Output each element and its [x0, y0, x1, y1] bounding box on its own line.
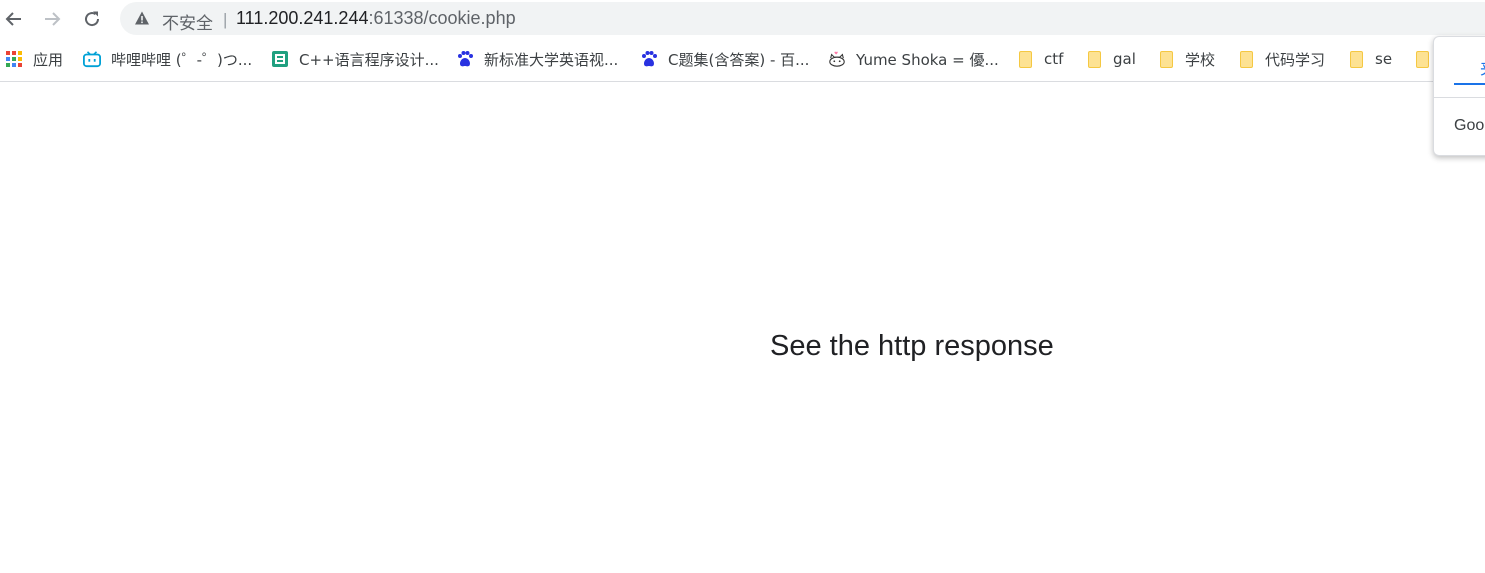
bookmark-folder-school[interactable]: 学校 [1157, 48, 1215, 70]
forward-button[interactable] [38, 5, 66, 33]
folder-icon [1347, 50, 1365, 68]
bookmark-folder-se[interactable]: se [1347, 48, 1392, 70]
url-host: 111.200.241.244 [236, 8, 369, 28]
bookmark-label: ctf [1044, 50, 1064, 68]
bookmark-cpp[interactable]: C++语言程序设计... [271, 48, 439, 70]
folder-icon [1413, 50, 1431, 68]
address-bar[interactable]: 不安全 | 111.200.241.244:61338/cookie.php [120, 2, 1485, 35]
bookmark-label: 新标准大学英语视... [484, 50, 619, 69]
bookmark-label: 哔哩哔哩 (゜-゜)つ... [111, 50, 253, 69]
site-icon [271, 50, 289, 68]
bookmark-label: C++语言程序设计... [299, 50, 439, 69]
bookmark-label: gal [1113, 50, 1136, 68]
popup-divider [1434, 97, 1485, 98]
folder-icon [1085, 50, 1103, 68]
url-text[interactable]: 111.200.241.244:61338/cookie.php [236, 8, 516, 29]
bookmark-bilibili[interactable]: 哔哩哔哩 (゜-゜)つ... [83, 48, 252, 70]
back-arrow-icon [5, 12, 21, 26]
bookmark-folder-gal[interactable]: gal [1085, 48, 1136, 70]
bookmark-label: 应用 [33, 50, 64, 69]
bookmark-label: se [1375, 50, 1393, 68]
bookmark-folder-ctf[interactable]: ctf [1016, 48, 1063, 70]
bookmark-label: 代码学习 [1265, 50, 1326, 69]
bookmark-apps[interactable]: 应用 [5, 48, 63, 70]
translate-popup: 夹 Goo [1433, 36, 1485, 156]
folder-icon [1237, 50, 1255, 68]
omnibox-separator: | [223, 10, 228, 29]
baidu-paw-icon [456, 50, 474, 68]
url-path: :61338/cookie.php [368, 8, 516, 28]
browser-toolbar: 不安全 | 111.200.241.244:61338/cookie.php [0, 0, 1485, 38]
bookmark-label: Yume Shoka = 優... [856, 50, 999, 69]
bookmark-label: 学校 [1185, 50, 1216, 69]
reload-icon [85, 11, 100, 27]
bookmark-english[interactable]: 新标准大学英语视... [456, 48, 618, 70]
bookmark-label: C题集(含答案) - 百... [668, 50, 810, 69]
security-status-label[interactable]: 不安全 [162, 9, 213, 34]
cat-icon [828, 50, 846, 68]
bilibili-icon [83, 50, 101, 68]
baidu-paw-icon [640, 50, 658, 68]
popup-tab[interactable]: 夹 [1480, 55, 1485, 79]
not-secure-warning-icon[interactable] [134, 10, 150, 26]
bookmark-folder-code[interactable]: 代码学习 [1237, 48, 1325, 70]
apps-grid-icon [5, 50, 23, 68]
bookmark-yume-shoka[interactable]: Yume Shoka = 優... [828, 48, 999, 70]
forward-arrow-icon [45, 12, 61, 26]
popup-engine-label[interactable]: Goo [1454, 117, 1484, 135]
bookmark-c-problems[interactable]: C题集(含答案) - 百... [640, 48, 809, 70]
page-message: See the http response [770, 330, 1054, 362]
popup-tab-indicator [1454, 83, 1485, 85]
bookmarks-bar: 应用 哔哩哔哩 (゜-゜)つ... C++语言程序设计... 新标准大学英语视.… [0, 38, 1485, 82]
back-button[interactable] [0, 5, 28, 33]
folder-icon [1016, 50, 1034, 68]
reload-button[interactable] [78, 5, 106, 33]
folder-icon [1157, 50, 1175, 68]
